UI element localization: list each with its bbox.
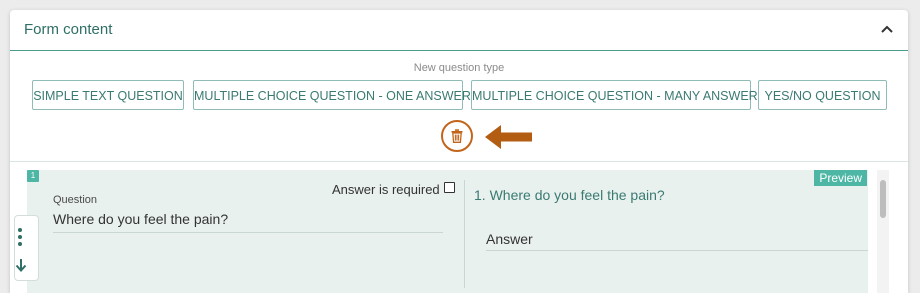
vertical-divider [464, 180, 465, 288]
arrow-down-icon[interactable] [15, 258, 27, 272]
simple-text-question-button[interactable]: SIMPLE TEXT QUESTION [32, 80, 184, 110]
form-content-card: Form content New question type SIMPLE TE… [10, 10, 908, 293]
multiple-choice-one-answer-button[interactable]: MULTIPLE CHOICE QUESTION - ONE ANSWER [193, 80, 471, 110]
question-number-badge: 1 [27, 170, 39, 182]
new-question-type-label: New question type [413, 62, 505, 74]
preview-answer-input[interactable]: Answer [486, 230, 868, 251]
preview-badge: Preview [814, 170, 867, 186]
card-header[interactable]: Form content [10, 10, 908, 51]
preview-question-text: 1. Where do you feel the pain? [474, 187, 665, 203]
drag-handle-icon[interactable] [18, 228, 22, 246]
question-label: Question [53, 194, 98, 206]
answer-required-checkbox[interactable] [444, 182, 455, 193]
card-title: Form content [24, 21, 113, 38]
delete-button[interactable] [441, 120, 473, 152]
divider [10, 161, 908, 162]
multiple-choice-many-answers-button[interactable]: MULTIPLE CHOICE QUESTION - MANY ANSWERS [471, 80, 766, 110]
answer-required-label: Answer is required [332, 182, 440, 197]
chevron-up-icon[interactable] [880, 24, 894, 34]
scrollbar-thumb[interactable] [880, 180, 886, 218]
question-input[interactable]: Where do you feel the pain? [53, 210, 443, 233]
question-handle[interactable] [14, 215, 39, 281]
yes-no-question-button[interactable]: YES/NO QUESTION [758, 80, 887, 110]
arrow-left-icon [485, 125, 532, 149]
trash-icon [451, 129, 463, 143]
question-card: 1 Question Where do you feel the pain? A… [14, 170, 868, 293]
scrollbar[interactable] [877, 170, 889, 293]
